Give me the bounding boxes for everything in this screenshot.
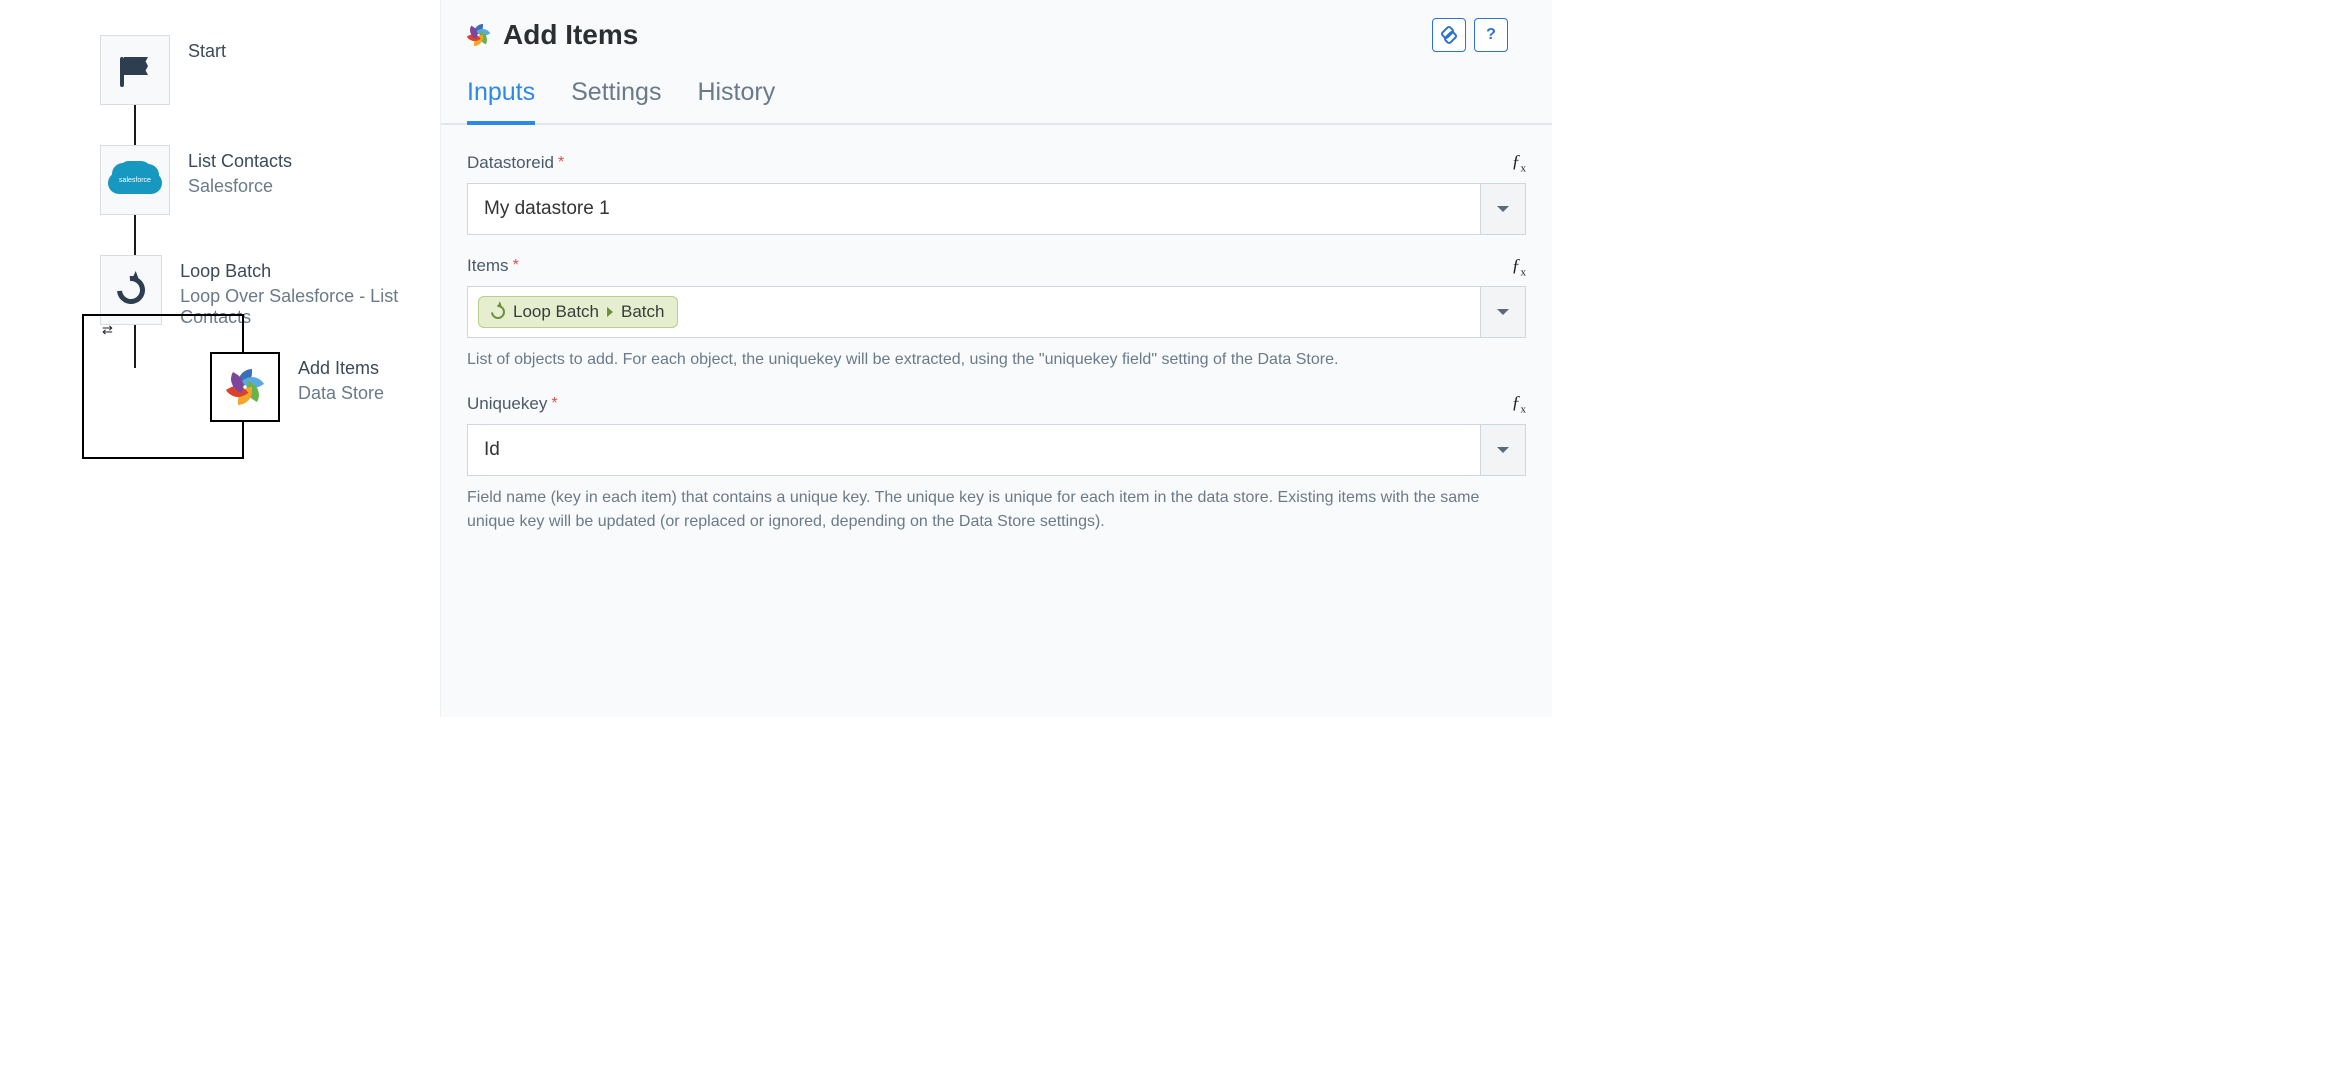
node-icon-box[interactable] [100,35,170,105]
field-help: Field name (key in each item) that conta… [467,486,1526,534]
node-title: List Contacts [188,151,292,172]
field-label: Uniquekey [467,394,547,414]
required-marker: * [558,154,564,172]
link-icon [1441,27,1457,43]
node-title: Start [188,41,226,62]
pill-source: Loop Batch [513,302,599,322]
workflow-canvas[interactable]: Start salesforce List Contacts Salesforc… [0,0,440,717]
datastore-icon [467,24,489,46]
field-datastoreid: Datastoreid * ƒx My datastore 1 [467,151,1526,235]
datastoreid-input[interactable]: My datastore 1 [467,183,1480,235]
panel-title: Add Items [503,19,638,51]
loop-icon [488,302,508,322]
node-list-contacts[interactable]: salesforce List Contacts Salesforce [100,145,292,215]
tab-inputs[interactable]: Inputs [467,78,535,125]
dropdown-toggle[interactable] [1480,286,1526,338]
tab-settings[interactable]: Settings [571,78,661,125]
chevron-down-icon [1497,309,1509,315]
fx-button[interactable]: ƒx [1512,151,1527,175]
fx-button[interactable]: ƒx [1512,392,1527,416]
chevron-down-icon [1497,206,1509,212]
uniquekey-input[interactable]: Id [467,424,1480,476]
pill-value: Batch [621,302,664,322]
chevron-down-icon [1497,447,1509,453]
connector [134,213,136,258]
field-label: Datastoreid [467,153,554,173]
fx-button[interactable]: ƒx [1512,255,1527,279]
field-items: Items * ƒx Loop Batch Batch List of obje… [467,255,1526,373]
node-icon-box[interactable]: salesforce [100,145,170,215]
reference-pill[interactable]: Loop Batch Batch [478,296,678,328]
field-label: Items [467,256,509,276]
items-input[interactable]: Loop Batch Batch [467,286,1480,338]
datastore-icon [227,369,263,405]
caret-right-icon [607,307,613,317]
connector [134,103,136,148]
flag-icon [120,57,150,83]
node-title: Loop Batch [180,261,440,282]
dropdown-toggle[interactable] [1480,424,1526,476]
repeat-icon: ⇄ [102,322,113,338]
tabs: Inputs Settings History [441,52,1552,125]
link-button[interactable] [1432,18,1466,52]
loop-icon [111,270,150,309]
form-inputs: Datastoreid * ƒx My datastore 1 Items * … [441,125,1552,534]
salesforce-icon: salesforce [115,166,155,194]
node-title: Add Items [298,358,384,379]
panel-header: Add Items ? [441,18,1552,52]
properties-panel: Add Items ? Inputs Settings History Data… [440,0,1552,717]
required-marker: * [513,257,519,275]
node-subtitle: Salesforce [188,176,292,197]
field-help: List of objects to add. For each object,… [467,348,1526,372]
node-start[interactable]: Start [100,35,226,105]
node-add-items[interactable]: Add Items Data Store [210,352,384,422]
node-subtitle: Data Store [298,383,384,404]
field-uniquekey: Uniquekey * ƒx Id Field name (key in eac… [467,392,1526,534]
tab-history[interactable]: History [697,78,775,125]
node-icon-box[interactable] [210,352,280,422]
dropdown-toggle[interactable] [1480,183,1526,235]
required-marker: * [551,395,557,413]
help-button[interactable]: ? [1474,18,1508,52]
